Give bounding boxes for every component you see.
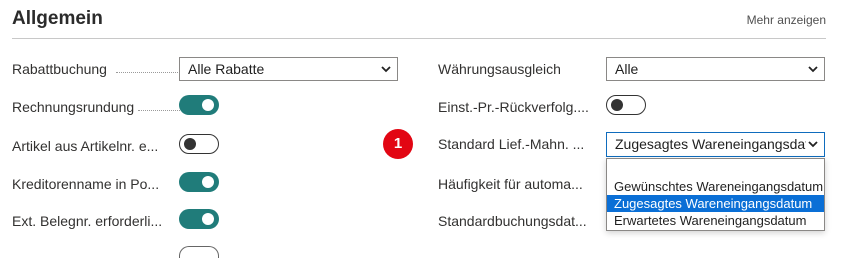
toggle-knob — [611, 98, 623, 111]
select-value: Zugesagtes Wareneingangsdat — [615, 136, 810, 152]
chevron-down-icon — [806, 137, 820, 151]
option-erwartetes[interactable]: Erwartetes Wareneingangsdatum — [607, 212, 824, 229]
field-label: Rabattbuchung — [12, 61, 107, 77]
field-ext-belegnr: Ext. Belegnr. erforderli... — [12, 209, 398, 233]
rabattbuchung-select[interactable]: Alle Rabatte — [179, 57, 398, 81]
empty-option[interactable] — [607, 159, 824, 178]
field-label: Häufigkeit für automa... — [438, 176, 583, 192]
einst-pr-rueckverfolg-toggle[interactable] — [606, 95, 646, 115]
field-label: Standardbuchungsdat... — [438, 213, 587, 229]
field-label: Standard Lief.-Mahn. ... — [438, 136, 585, 152]
section-title: Allgemein — [12, 8, 103, 29]
artikel-aus-artikelnr-toggle[interactable] — [179, 134, 219, 154]
field-label: Kreditorenname in Po... — [12, 176, 160, 192]
field-rechnungsrundung: Rechnungsrundung — [12, 95, 398, 119]
field-label: Rechnungsrundung — [12, 99, 135, 115]
option-gewuenschtes[interactable]: Gewünschtes Wareneingangsdatum — [607, 178, 824, 195]
field-einst-pr-rueckverfolg: Einst.-Pr.-Rückverfolg.... — [438, 95, 825, 119]
partial-toggle[interactable] — [179, 246, 219, 258]
chevron-down-icon — [381, 66, 391, 73]
rechnungsrundung-toggle[interactable] — [179, 95, 219, 115]
field-label: Einst.-Pr.-Rückverfolg.... — [438, 99, 589, 115]
toggle-knob — [202, 99, 214, 111]
field-standard-lief-mahn: Standard Lief.-Mahn. ... Zugesagtes Ware… — [438, 132, 825, 157]
ext-belegnr-toggle[interactable] — [179, 209, 219, 229]
field-standardbuchungsdat: Standardbuchungsdat... — [438, 209, 598, 233]
field-label: Ext. Belegnr. erforderli... — [12, 213, 162, 229]
select-value: Alle — [615, 61, 639, 77]
toggle-knob — [184, 137, 196, 150]
callout-badge: 1 — [383, 129, 413, 159]
dotted-leader — [138, 110, 182, 111]
select-value: Alle Rabatte — [188, 61, 265, 77]
field-haeufigkeit: Häufigkeit für automa... — [438, 172, 598, 196]
field-label: Artikel aus Artikelnr. e... — [12, 138, 159, 154]
toggle-knob — [202, 213, 214, 225]
dropdown-list: Gewünschtes Wareneingangsdatum Zugesagte… — [606, 158, 825, 231]
field-artikel-aus-artikelnr: Artikel aus Artikelnr. e... — [12, 134, 398, 158]
kreditorenname-toggle[interactable] — [179, 172, 219, 192]
option-zugesagtes[interactable]: Zugesagtes Wareneingangsdatum — [607, 195, 824, 212]
toggle-knob — [202, 176, 214, 188]
standard-lief-mahn-select[interactable]: Zugesagtes Wareneingangsdat — [606, 132, 825, 157]
waehrungsausgleich-select[interactable]: Alle — [606, 57, 825, 81]
field-rabattbuchung: Rabattbuchung Alle Rabatte — [12, 57, 398, 81]
section-header: Allgemein Mehr anzeigen — [12, 0, 826, 39]
chevron-down-icon — [808, 66, 818, 73]
show-more-link[interactable]: Mehr anzeigen — [747, 13, 826, 27]
field-waehrungsausgleich: Währungsausgleich Alle — [438, 57, 825, 81]
field-kreditorenname: Kreditorenname in Po... — [12, 172, 398, 196]
dotted-leader — [116, 72, 182, 73]
field-label: Währungsausgleich — [438, 61, 561, 77]
